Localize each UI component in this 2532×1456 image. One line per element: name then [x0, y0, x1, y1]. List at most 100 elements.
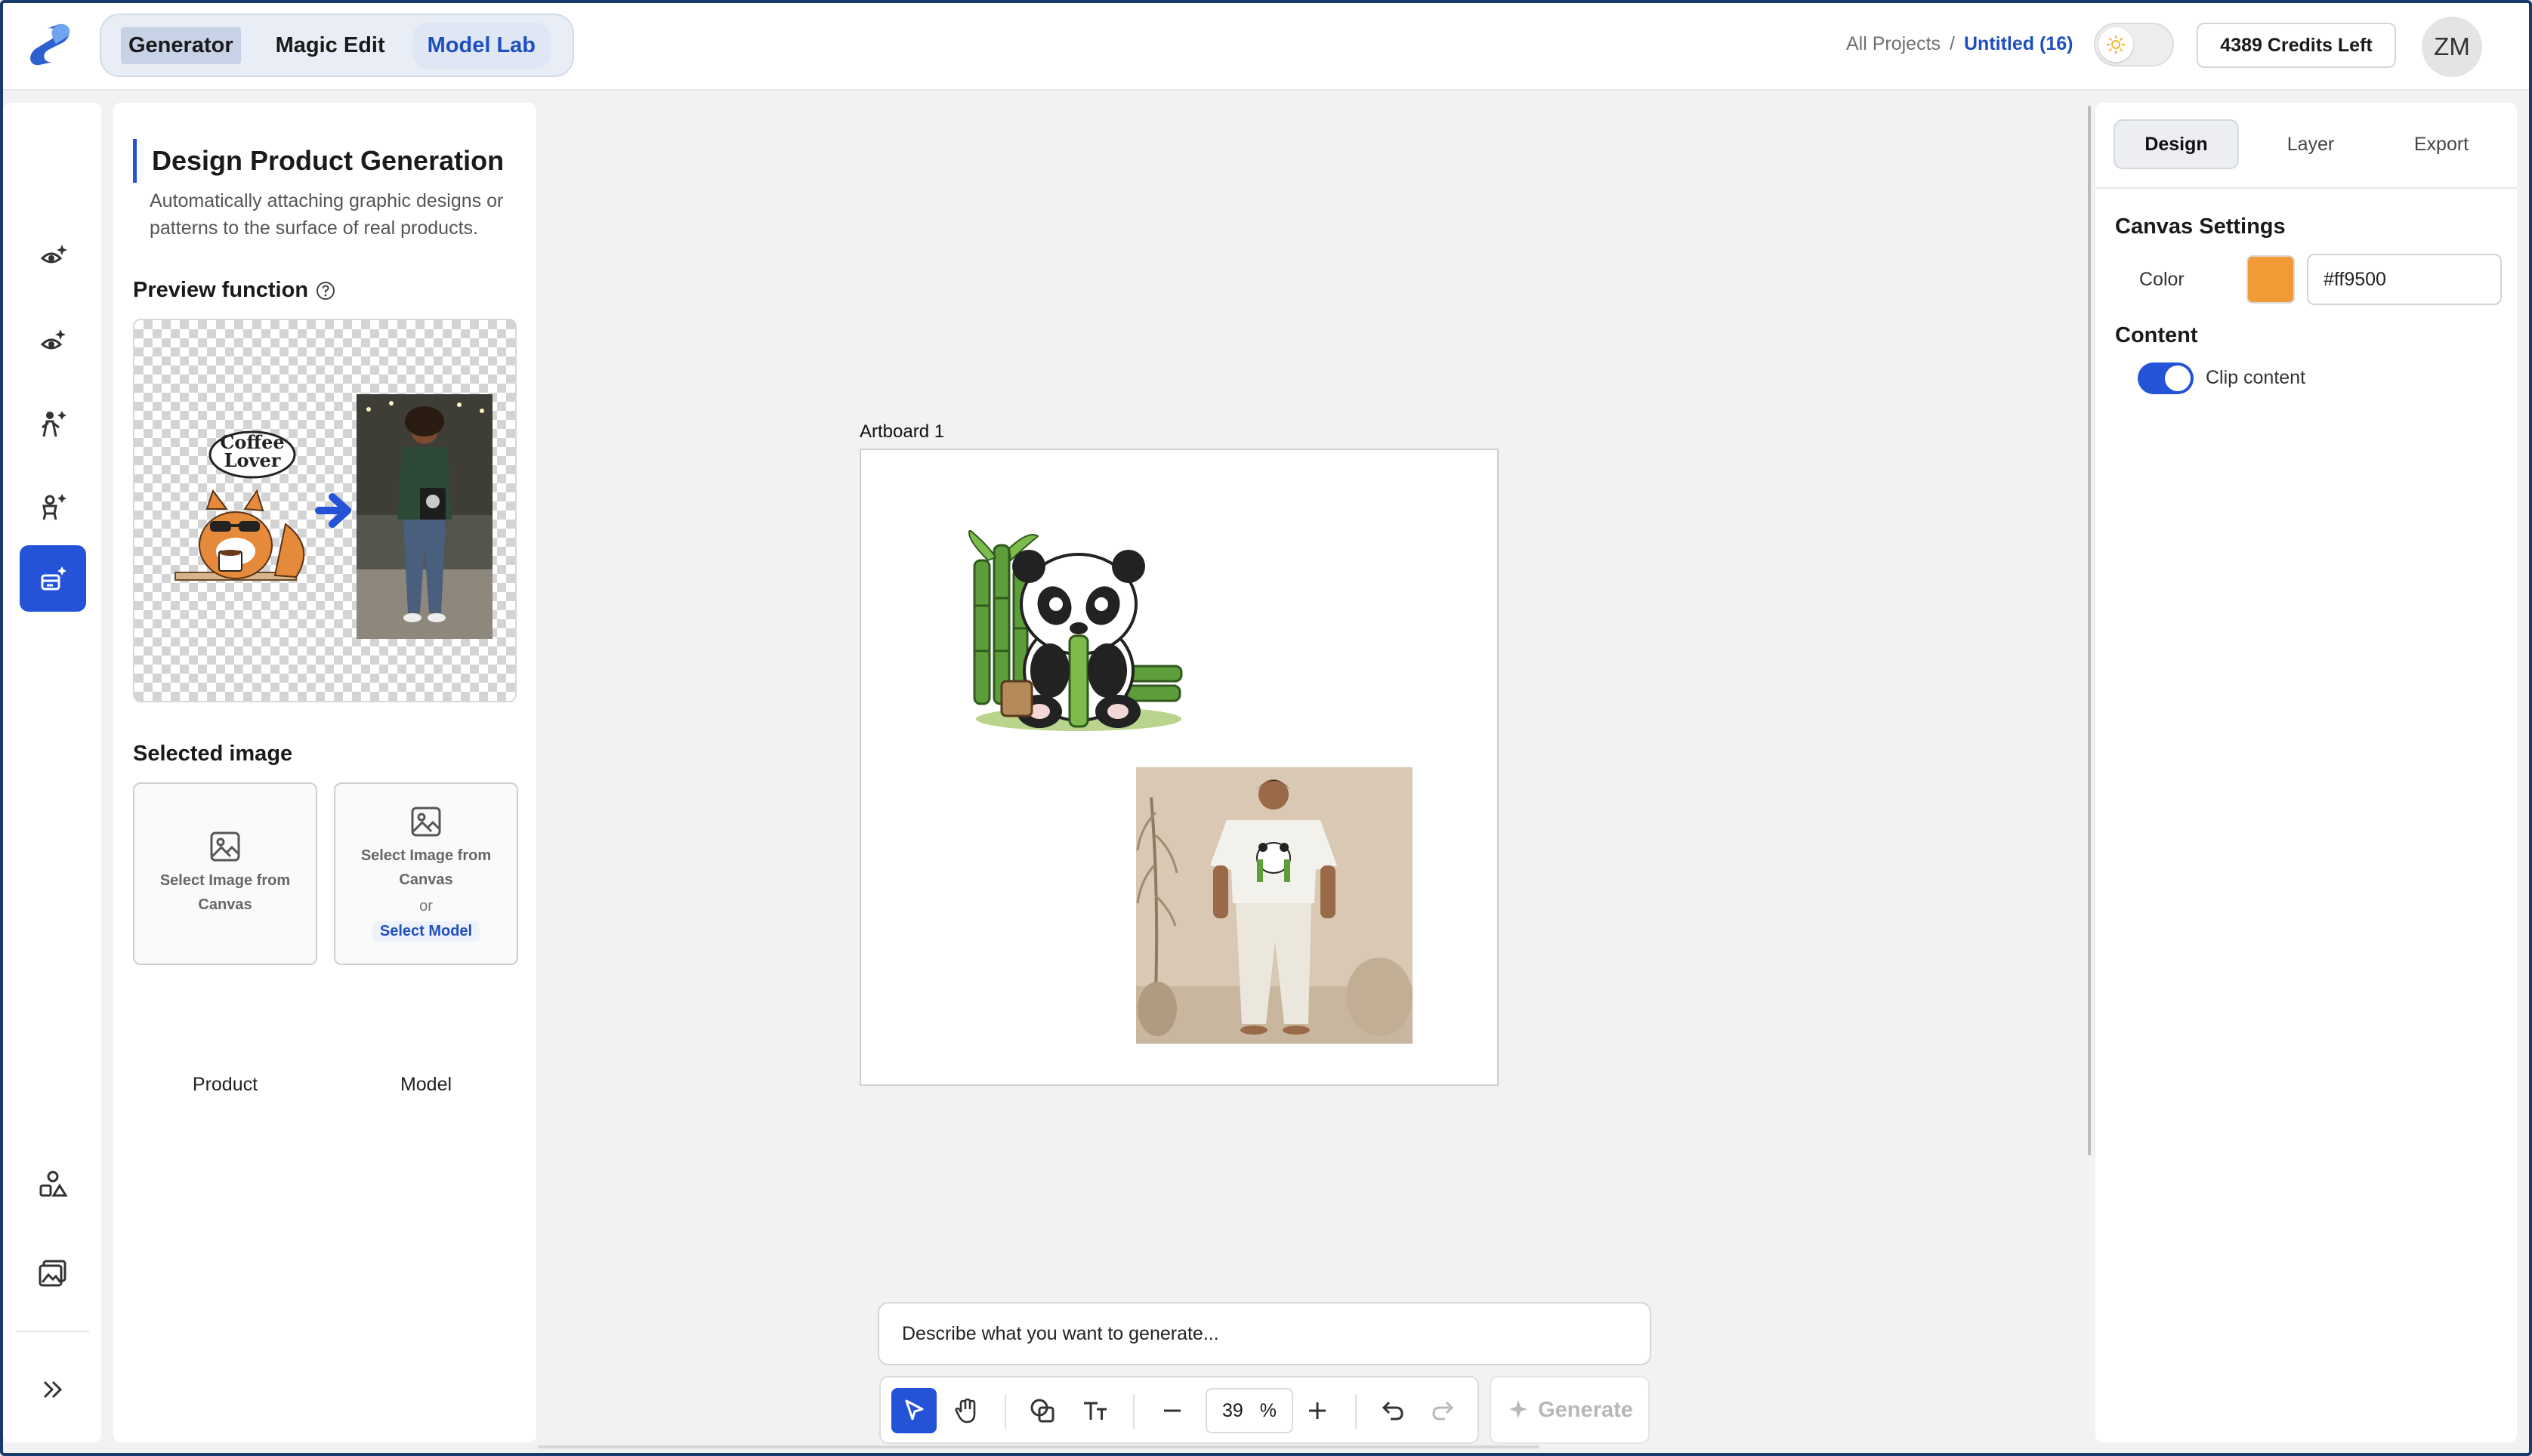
- preview-image: Coffee Lover: [133, 319, 517, 702]
- zoom-in-button[interactable]: [1295, 1388, 1340, 1433]
- model-tshirt-photo[interactable]: [1136, 767, 1413, 1044]
- mode-switcher: Generator Magic Edit Model Lab: [100, 14, 574, 77]
- zoom-unit: %: [1259, 1399, 1277, 1421]
- rail-tool-4[interactable]: [20, 473, 86, 539]
- model-sparkle-icon: [42, 494, 66, 520]
- model-caption: Model: [400, 1074, 452, 1095]
- expand-icon: [43, 1380, 63, 1399]
- zoom-out-button[interactable]: [1150, 1388, 1195, 1433]
- rail-tool-design-product[interactable]: [20, 545, 86, 612]
- generate-label: Generate: [1538, 1397, 1633, 1422]
- person-sparkle-icon: [42, 411, 66, 437]
- product-slot-text: Select Image from Canvas: [159, 872, 291, 913]
- panel-description: Automatically attaching graphic designs …: [150, 190, 504, 239]
- pointer-icon: [905, 1399, 924, 1421]
- shapes-icon: [39, 1171, 68, 1197]
- theme-toggle[interactable]: [2094, 23, 2174, 66]
- rail-shapes[interactable]: [20, 1151, 86, 1217]
- canvas-vertical-scrollbar[interactable]: [2088, 106, 2091, 1155]
- app-logo-icon[interactable]: [26, 20, 77, 71]
- gallery-icon: [39, 1260, 66, 1287]
- breadcrumb: All Projects / Untitled (16): [1846, 33, 2073, 55]
- help-icon[interactable]: [316, 281, 335, 301]
- panda-graphic[interactable]: [965, 530, 1184, 734]
- preview-bubble-word-2: Lover: [224, 449, 281, 471]
- panel-title: Design Product Generation: [133, 139, 504, 183]
- rail-expand-button[interactable]: [20, 1356, 86, 1423]
- tab-design[interactable]: Design: [2114, 119, 2239, 169]
- image-placeholder-icon: [411, 807, 441, 837]
- image-placeholder-icon: [210, 831, 240, 862]
- undo-icon: [1382, 1401, 1403, 1421]
- select-model-link[interactable]: Select Model: [372, 921, 480, 942]
- top-header: Generator Magic Edit Model Lab All Proje…: [3, 3, 2529, 91]
- preview-function-text: Preview function: [133, 278, 309, 302]
- credits-button[interactable]: 4389 Credits Left: [2197, 23, 2396, 68]
- rail-divider: [17, 1331, 89, 1332]
- color-swatch[interactable]: [2246, 255, 2295, 304]
- canvas-toolbar: 39 %: [879, 1376, 1479, 1444]
- product-image-slot[interactable]: Select Image from Canvas: [133, 782, 317, 965]
- plus-icon: [1309, 1402, 1326, 1419]
- zoom-level-input[interactable]: 39 %: [1206, 1388, 1293, 1433]
- sparkle-icon: [1509, 1400, 1528, 1418]
- model-photo-illustration: [1136, 767, 1413, 1044]
- model-image-slot[interactable]: Select Image from Canvas or Select Model: [334, 782, 518, 965]
- content-title: Content: [2115, 323, 2198, 347]
- preview-illustration: Coffee Lover: [174, 394, 493, 639]
- properties-panel: Design Layer Export Canvas Settings Colo…: [2095, 103, 2517, 1442]
- clip-content-label: Clip content: [2206, 367, 2306, 388]
- artboard[interactable]: [860, 449, 1499, 1086]
- preview-function-label: Preview function: [133, 278, 335, 303]
- prompt-input[interactable]: Describe what you want to generate...: [878, 1302, 1651, 1365]
- mode-generator-tab[interactable]: Generator: [121, 26, 241, 64]
- tab-layer[interactable]: Layer: [2254, 119, 2367, 169]
- tab-export[interactable]: Export: [2382, 119, 2500, 169]
- rail-tool-2[interactable]: [20, 307, 86, 373]
- canvas-horizontal-scrollbar[interactable]: [538, 1445, 1539, 1448]
- color-hex-input[interactable]: #ff9500: [2307, 254, 2502, 305]
- toggle-knob: [2165, 366, 2191, 391]
- select-tool-button[interactable]: [891, 1388, 937, 1433]
- product-design-icon: [41, 566, 66, 591]
- minus-icon: [1164, 1409, 1181, 1412]
- breadcrumb-separator: /: [1950, 33, 1955, 54]
- model-slot-text: Select Image from Canvas: [360, 847, 492, 888]
- shapes-overlap-icon: [1030, 1399, 1054, 1423]
- redo-icon: [1432, 1401, 1454, 1421]
- text-icon: [1084, 1402, 1107, 1420]
- mode-magic-edit-tab[interactable]: Magic Edit: [268, 27, 393, 64]
- text-tool-button[interactable]: [1073, 1388, 1118, 1433]
- product-caption: Product: [192, 1074, 258, 1095]
- eye-sparkle-alt-icon: [40, 329, 66, 350]
- canvas-settings-title: Canvas Settings: [2115, 214, 2286, 239]
- toolbar-divider: [1005, 1394, 1006, 1429]
- user-avatar[interactable]: ZM: [2422, 17, 2482, 77]
- rail-tool-3[interactable]: [20, 390, 86, 456]
- selected-image-label: Selected image: [133, 742, 293, 766]
- shapes-tool-button[interactable]: [1020, 1388, 1065, 1433]
- hand-tool-button[interactable]: [944, 1388, 990, 1433]
- toolbar-divider: [1133, 1394, 1135, 1429]
- hand-icon: [955, 1398, 976, 1424]
- toolbar-divider: [1355, 1394, 1357, 1429]
- model-slot-or: or: [419, 898, 433, 915]
- sun-icon: [2098, 27, 2133, 62]
- properties-tabs: Design Layer Export: [2095, 103, 2517, 189]
- breadcrumb-current-project[interactable]: Untitled (16): [1964, 33, 2073, 55]
- clip-content-toggle[interactable]: [2138, 362, 2194, 394]
- zoom-value: 39: [1221, 1399, 1243, 1421]
- eye-sparkle-icon: [40, 245, 67, 264]
- design-product-panel: Design Product Generation Automatically …: [113, 103, 536, 1442]
- breadcrumb-all-projects[interactable]: All Projects: [1846, 33, 1941, 55]
- rail-tool-1[interactable]: [20, 222, 86, 288]
- app-root: Generator Magic Edit Model Lab All Proje…: [0, 0, 2532, 1456]
- generate-button[interactable]: Generate: [1490, 1376, 1650, 1444]
- mode-model-lab-tab[interactable]: Model Lab: [412, 22, 551, 69]
- color-label: Color: [2139, 269, 2185, 290]
- tool-rail: [3, 103, 101, 1442]
- undo-button[interactable]: [1370, 1388, 1416, 1433]
- rail-gallery[interactable]: [20, 1240, 86, 1306]
- artboard-label[interactable]: Artboard 1: [860, 421, 944, 443]
- redo-button[interactable]: [1420, 1388, 1465, 1433]
